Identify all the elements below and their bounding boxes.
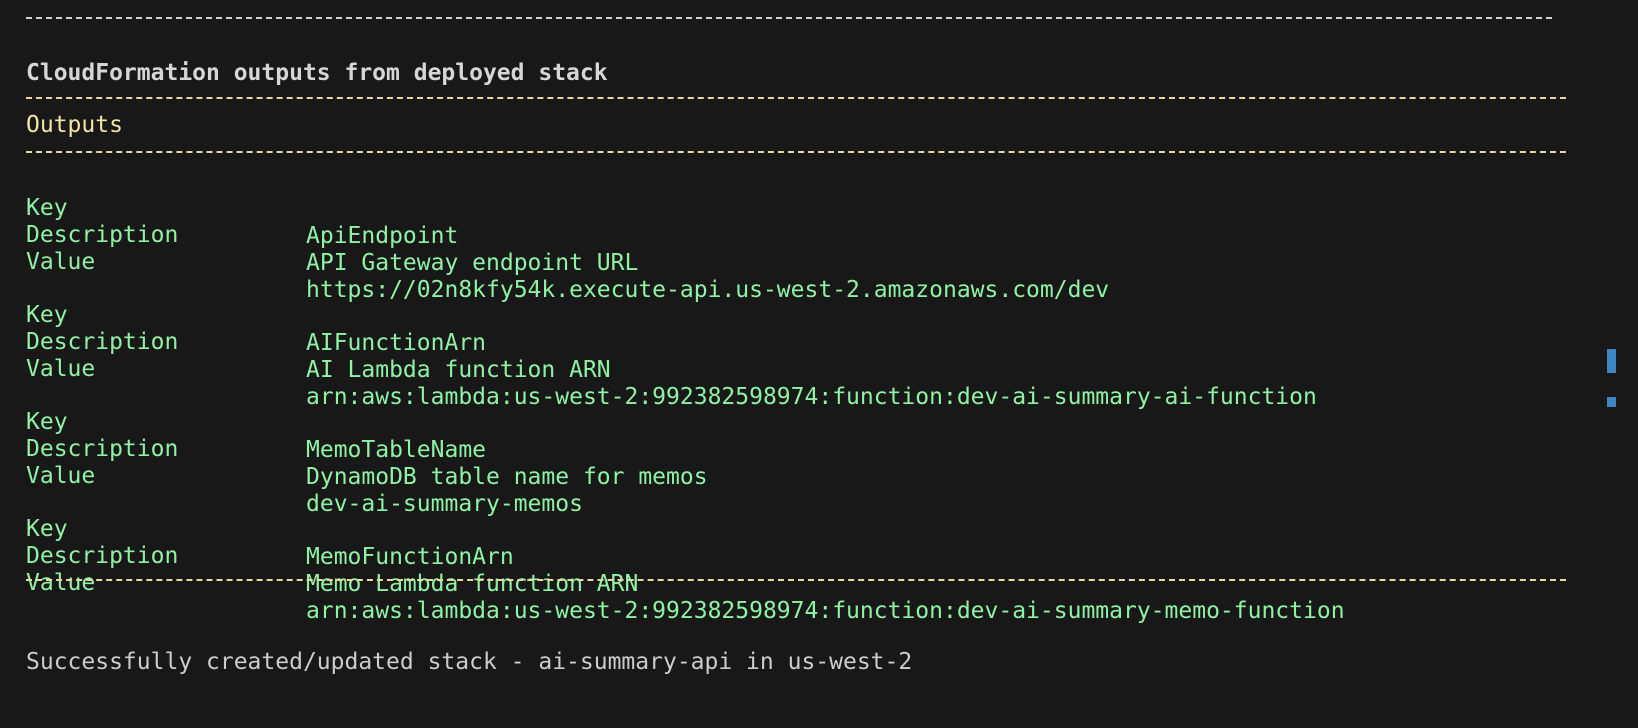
output-value-row: Value arn:aws:lambda:us-west-2:992382598…: [26, 541, 1345, 624]
value-label: Value: [26, 570, 96, 596]
description-value: DynamoDB table name for memos: [306, 464, 708, 490]
output-description-row: Description API Gateway endpoint URL: [26, 193, 638, 276]
output-description-row: Description AI Lambda function ARN: [26, 300, 611, 383]
value-label: Value: [26, 463, 96, 489]
outputs-heading: CloudFormation outputs from deployed sta…: [26, 60, 608, 86]
outputs-section-title: Outputs: [26, 112, 123, 138]
key-value: AIFunctionArn: [306, 330, 487, 356]
key-value: MemoTableName: [306, 437, 487, 463]
output-key-row: Key MemoTableName: [26, 380, 486, 463]
key-value: MemoFunctionArn: [306, 544, 514, 570]
scrollbar-marker: [1607, 397, 1616, 407]
output-key-row: Key AIFunctionArn: [26, 273, 486, 356]
key-value: ApiEndpoint: [306, 223, 459, 249]
output-value-row: Value arn:aws:lambda:us-west-2:992382598…: [26, 327, 1317, 410]
status-message: Successfully created/updated stack - ai-…: [26, 649, 913, 675]
value-text: arn:aws:lambda:us-west-2:992382598974:fu…: [306, 384, 1317, 410]
description-value: AI Lambda function ARN: [306, 357, 611, 383]
separator-line: [26, 151, 1566, 153]
description-value: API Gateway endpoint URL: [306, 250, 639, 276]
separator-line: [26, 97, 1566, 99]
description-value: Memo Lambda function ARN: [306, 571, 639, 597]
scrollbar-marker: [1607, 349, 1616, 373]
output-description-row: Description Memo Lambda function ARN: [26, 514, 638, 597]
scrollbar[interactable]: [1607, 0, 1629, 728]
value-label: Value: [26, 249, 96, 275]
output-key-row: Key ApiEndpoint: [26, 166, 458, 249]
value-text: https://02n8kfy54k.execute-api.us-west-2…: [306, 277, 1110, 303]
value-label: Value: [26, 356, 96, 382]
output-description-row: Description DynamoDB table name for memo…: [26, 407, 708, 490]
terminal-output[interactable]: CloudFormation outputs from deployed sta…: [0, 0, 1638, 728]
value-text: arn:aws:lambda:us-west-2:992382598974:fu…: [306, 598, 1345, 624]
output-value-row: Value https://02n8kfy54k.execute-api.us-…: [26, 220, 1109, 303]
separator-line: [26, 579, 1566, 581]
value-text: dev-ai-summary-memos: [306, 491, 583, 517]
output-key-row: Key MemoFunctionArn: [26, 487, 514, 570]
output-value-row: Value dev-ai-summary-memos: [26, 434, 583, 517]
separator-line: [26, 17, 1552, 19]
